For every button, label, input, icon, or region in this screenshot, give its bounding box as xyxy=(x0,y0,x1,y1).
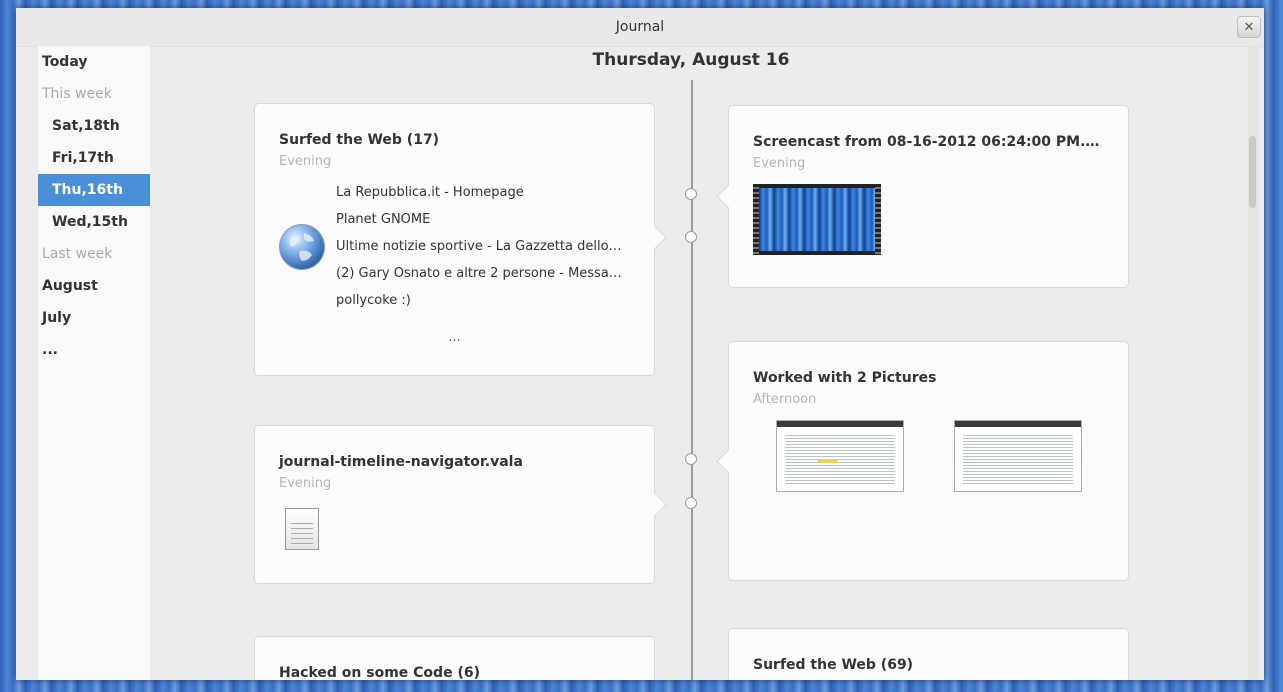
link-item[interactable]: (2) Gary Osnato e altre 2 persone - Mess… xyxy=(336,265,631,292)
card-time: Evening xyxy=(279,476,332,491)
card-title: journal-timeline-navigator.vala xyxy=(279,454,523,470)
screenshot-thumbnail[interactable] xyxy=(776,420,904,492)
sidebar-item-thu-16th[interactable]: Thu,16th xyxy=(38,174,150,206)
sidebar-item-july[interactable]: July xyxy=(38,302,150,334)
card-title: Surfed the Web (17) xyxy=(279,132,440,148)
sidebar-item-today[interactable]: Today xyxy=(38,46,150,78)
film-strip xyxy=(875,184,881,255)
link-item[interactable]: pollycoke :) xyxy=(336,292,631,319)
card-title: Surfed the Web (69) xyxy=(753,657,914,673)
journal-window: Journal ✕ Today This week Sat,18th Fri,1… xyxy=(16,8,1264,680)
timeline-dot[interactable] xyxy=(685,188,697,200)
link-item[interactable]: La Repubblica.it - Homepage xyxy=(336,184,631,211)
card-time: Evening xyxy=(753,156,806,171)
sidebar-item-sat-18th[interactable]: Sat,18th xyxy=(38,110,150,142)
activity-card-pictures[interactable]: Worked with 2 Pictures Afternoon xyxy=(716,341,1129,581)
globe-icon xyxy=(279,224,325,270)
sidebar-header-last-week: Last week xyxy=(42,246,113,262)
card-title: Hacked on some Code (6) xyxy=(279,665,480,680)
card-pointer xyxy=(642,492,667,517)
activity-card-web[interactable]: Surfed the Web (17) Evening La Repubblic… xyxy=(254,103,667,376)
date-header: Thursday, August 16 xyxy=(592,50,790,70)
timeline-line xyxy=(691,80,693,680)
timeline-dot[interactable] xyxy=(685,453,697,465)
link-item[interactable]: Planet GNOME xyxy=(336,211,631,238)
activity-card-file[interactable]: journal-timeline-navigator.vala Evening xyxy=(254,425,667,584)
timeline-dot[interactable] xyxy=(685,497,697,509)
sidebar-item-more[interactable]: ... xyxy=(38,334,150,366)
scrollbar[interactable] xyxy=(1248,46,1258,680)
scrollbar-thumb[interactable] xyxy=(1249,136,1256,208)
video-thumbnail[interactable] xyxy=(753,184,881,255)
card-title: Worked with 2 Pictures xyxy=(753,370,937,386)
sidebar-item-august[interactable]: August xyxy=(38,270,150,302)
link-list: La Repubblica.it - Homepage Planet GNOME… xyxy=(336,184,631,319)
screenshot-thumbnail[interactable] xyxy=(954,420,1082,492)
title-bar: Journal ✕ xyxy=(16,8,1264,47)
card-time: Afternoon xyxy=(753,392,817,407)
text-file-icon[interactable] xyxy=(285,508,319,550)
window-title: Journal xyxy=(615,19,665,35)
card-pointer xyxy=(716,184,741,209)
activity-card-code[interactable]: Hacked on some Code (6) xyxy=(254,636,655,680)
video-preview xyxy=(759,188,875,251)
link-item[interactable]: Ultime notizie sportive - La Gazzetta de… xyxy=(336,238,631,265)
activity-card-web-2[interactable]: Surfed the Web (69) xyxy=(728,628,1129,680)
sidebar-item-fri-17th[interactable]: Fri,17th xyxy=(38,142,150,174)
close-icon: ✕ xyxy=(1243,20,1255,35)
card-title: Screencast from 08-16-2012 06:24:00 PM.… xyxy=(753,134,1100,150)
timeline-dot[interactable] xyxy=(685,231,697,243)
card-pointer xyxy=(642,225,667,250)
activity-card-screencast[interactable]: Screencast from 08-16-2012 06:24:00 PM.…… xyxy=(716,105,1129,288)
card-time: Evening xyxy=(279,154,332,169)
sidebar: Today This week Sat,18th Fri,17th Thu,16… xyxy=(38,46,150,680)
card-pointer xyxy=(716,449,741,474)
sidebar-header-this-week: This week xyxy=(42,86,112,102)
more-links[interactable]: ... xyxy=(255,330,654,345)
close-button[interactable]: ✕ xyxy=(1237,16,1261,38)
sidebar-item-wed-15th[interactable]: Wed,15th xyxy=(38,206,150,238)
